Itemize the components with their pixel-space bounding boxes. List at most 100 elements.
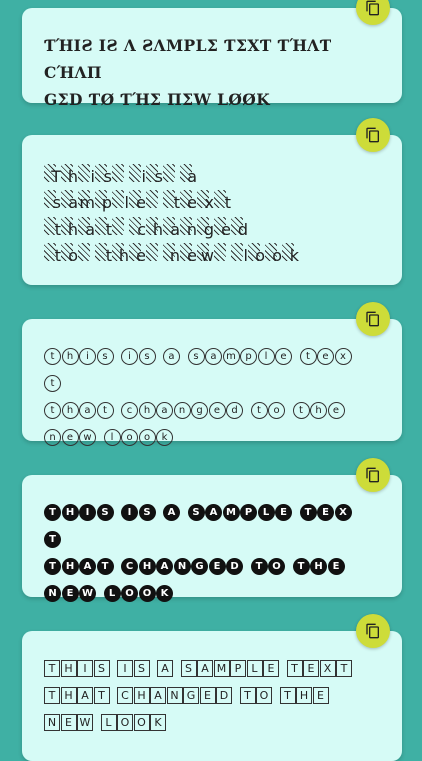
letter-glyph: i [79, 347, 96, 365]
letter-glyph: s [96, 347, 114, 365]
letter-glyph: I [117, 659, 133, 677]
copy-icon [366, 0, 379, 16]
copy-button[interactable] [356, 614, 390, 648]
letter-glyph: a [156, 401, 173, 419]
letter-glyph: m [222, 347, 240, 365]
letter-glyph: d [231, 216, 248, 239]
space-glyph [214, 243, 231, 261]
text-line: GΣD ƬØ ƬΉΣ ПΣW LØØK [44, 90, 271, 109]
letter-glyph: e [317, 347, 334, 365]
text-line: THATCHANGEDTOTHE [44, 682, 366, 709]
letter-glyph: h [112, 243, 129, 265]
copy-icon [366, 467, 379, 483]
letter-glyph: O [133, 713, 150, 731]
letter-glyph: h [61, 163, 78, 186]
letter-glyph: l [257, 347, 275, 365]
letter-glyph: l [231, 243, 248, 265]
letter-glyph: l [112, 190, 129, 212]
text-line: ƬΉIƧ IƧ Λ ƧΛMPLΣ ƬΣXƬ ƬΉΛƬ CΉΛП [44, 36, 332, 82]
text-style-card-1[interactable]: ƬΉIƧ IƧ Λ ƧΛMPLΣ ƬΣXƬ ƬΉΛƬ CΉΛП GΣD ƬØ Ƭ… [22, 0, 402, 109]
letter-glyph: T [292, 557, 310, 575]
letter-glyph: C [121, 557, 138, 575]
letter-glyph: x [197, 190, 214, 212]
copy-button[interactable] [356, 302, 390, 336]
letter-glyph: T [239, 686, 256, 704]
letter-glyph: i [78, 163, 95, 186]
letter-glyph: t [95, 243, 112, 265]
text-style-card-4[interactable]: T H I S I S A S A M P L E T E XT T H A T C H A N G E D T O T H E N E W L O O K [22, 458, 402, 602]
letter-glyph: W [79, 584, 96, 602]
letter-glyph: D [226, 557, 243, 575]
letter-glyph: A [150, 686, 166, 704]
letter-glyph: X [334, 503, 352, 521]
space-glyph [112, 163, 129, 182]
letter-glyph: t [95, 216, 112, 239]
letter-glyph: D [216, 686, 232, 704]
space-glyph [78, 243, 95, 261]
text-line: thatchangedtothe [44, 397, 366, 424]
styled-text: t h i s i s a s a m p l e t e xt t h a t c h a n g e d t o t h e n e w l o o k [44, 343, 366, 451]
copy-button[interactable] [356, 0, 390, 25]
copy-button[interactable] [356, 458, 390, 492]
letter-glyph: S [138, 503, 156, 521]
letter-glyph: T [44, 163, 61, 186]
letter-glyph: t [292, 401, 310, 419]
letter-glyph: c [121, 401, 138, 419]
letter-glyph: o [121, 428, 138, 446]
letter-glyph: p [95, 190, 112, 212]
letter-glyph: S [96, 503, 114, 521]
copy-icon [366, 623, 379, 639]
letter-glyph: l [103, 428, 121, 446]
letter-glyph: A [77, 686, 93, 704]
copy-icon [366, 127, 379, 143]
space-glyph [146, 190, 163, 208]
text-line: Thisisa [44, 159, 366, 186]
letter-glyph: H [61, 503, 79, 521]
letter-glyph: o [138, 428, 156, 446]
letter-glyph: a [163, 347, 180, 365]
letter-glyph: e [61, 428, 79, 446]
text-style-card-5[interactable]: THISISASAMPLETEXTTHATCHANGEDTOTHENEWLOOK [22, 614, 402, 761]
letter-glyph: s [95, 163, 112, 186]
letter-glyph: O [268, 557, 285, 575]
letter-glyph: s [138, 347, 156, 365]
text-line: THISISASAMPLETEXT [44, 499, 366, 553]
text-line: NEWLOOK [44, 709, 366, 736]
letter-glyph: k [156, 428, 173, 446]
copy-button[interactable] [356, 118, 390, 152]
letter-glyph: h [138, 401, 156, 419]
letter-glyph: S [180, 659, 197, 677]
letter-glyph: t [214, 190, 231, 212]
letter-glyph: A [79, 557, 96, 575]
letter-glyph: L [246, 659, 263, 677]
letter-glyph: L [257, 503, 275, 521]
letter-glyph: P [240, 503, 257, 521]
letter-glyph: s [187, 347, 205, 365]
text-style-card-3[interactable]: t h i s i s a s a m p l e t e xt t h a t c h a n g e d t o t h e n e w l o o k [22, 302, 402, 446]
letter-glyph: I [77, 659, 93, 677]
letter-glyph: a [78, 216, 95, 239]
letter-glyph: G [191, 557, 208, 575]
letter-glyph: d [226, 401, 243, 419]
letter-glyph: t [44, 243, 61, 265]
letter-glyph: e [180, 190, 197, 212]
copy-icon [366, 311, 379, 327]
letter-glyph: t [44, 401, 61, 419]
letter-glyph: t [299, 347, 317, 365]
letter-glyph: E [61, 584, 79, 602]
text-style-card-2[interactable]: Th i s i s a s am p l e t e x t t h a t c h a n g e d t o t h e n e w l o o k [22, 118, 402, 285]
letter-glyph: c [129, 216, 146, 239]
letter-glyph: o [61, 243, 78, 265]
text-line: thatchanged [44, 212, 366, 239]
letter-glyph: H [60, 659, 77, 677]
letter-glyph: i [129, 163, 146, 186]
letter-glyph: E [60, 713, 77, 731]
letter-glyph: t [44, 347, 61, 365]
letter-glyph: a [163, 216, 180, 239]
letter-glyph: e [208, 401, 226, 419]
letter-glyph: X [319, 659, 336, 677]
letter-glyph: t [44, 216, 61, 239]
text-line: THATCHANGEDTOTHE [44, 553, 366, 580]
letter-glyph: E [208, 557, 226, 575]
letter-glyph: E [275, 503, 292, 521]
